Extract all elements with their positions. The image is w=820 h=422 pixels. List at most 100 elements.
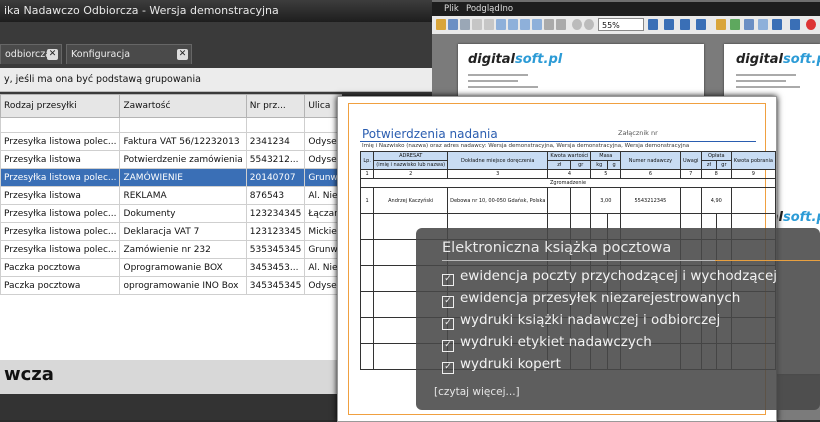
col-miejsce: Dokładne miejsce doręczenia <box>447 151 549 170</box>
save-icon[interactable] <box>448 19 458 30</box>
col-adresat: ADRESAT <box>373 151 449 161</box>
viewer-toolbar: 55% <box>432 16 820 35</box>
last-page-icon[interactable] <box>696 19 706 30</box>
feature-item: ✓ wydruki książki nadawczej i odbiorczej <box>442 312 720 330</box>
view-icon[interactable] <box>508 19 518 30</box>
group-by-hint: y, jeśli ma ona być podstawą grupowania <box>0 68 440 92</box>
company-logo: digitalsoft.pl <box>468 52 563 67</box>
next-page-icon[interactable] <box>680 19 690 30</box>
export-icon[interactable] <box>758 19 768 30</box>
col-lp: Lp. <box>359 151 375 170</box>
col-kwota: Kwota wartości <box>547 151 592 161</box>
table-row[interactable]: Paczka pocztowa Oprogramowanie BOX 3453453… <box>0 258 342 277</box>
table-cell: 345345345 <box>245 276 306 295</box>
zoom-in-icon[interactable] <box>572 19 582 30</box>
checkbox-icon: ✓ <box>442 318 454 330</box>
col-uwagi: Uwagi <box>679 151 702 170</box>
menu-podglad[interactable]: Podgląd <box>466 2 500 16</box>
col-oplata: Opłata <box>700 151 732 161</box>
table-cell: 20140707 <box>245 168 306 187</box>
page-icon[interactable] <box>472 19 482 30</box>
open-icon[interactable] <box>436 19 446 30</box>
close-icon[interactable] <box>806 19 816 30</box>
table-row[interactable]: Paczka pocztowa oprogramowanie INO Box 345… <box>0 276 342 295</box>
close-icon[interactable]: ✕ <box>177 49 188 60</box>
table-row: 1 Andrzej Kaczyński Debowa nr 10, 00-050 G… <box>359 187 777 214</box>
table-cell: Przesyłka listowa polec... <box>0 240 121 259</box>
email-icon[interactable] <box>772 19 782 30</box>
table-cell: Przesyłka listowa polec... <box>0 204 121 223</box>
zoom-select[interactable]: 55% <box>598 18 644 31</box>
status-area <box>0 394 342 420</box>
export-icon[interactable] <box>716 19 726 30</box>
table-cell: Paczka pocztowa <box>0 276 121 295</box>
shipments-grid: Rodzaj przesyłkiZawartośćNr prz...UlicaM… <box>0 94 342 360</box>
table-row[interactable]: Przesyłka listowaREKLAMA876543Al. Nie...… <box>0 186 342 205</box>
table-cell: 5543212... <box>245 150 306 169</box>
col-pobranie: Kwota pobrania <box>730 151 777 170</box>
tab-label: odbiorcza <box>5 49 52 60</box>
column-header[interactable]: Rodzaj przesyłki <box>0 94 121 118</box>
feature-item: ✓ ewidencja przesyłek niezarejestrowanych <box>442 290 740 308</box>
table-cell: 3453453... <box>245 258 306 277</box>
table-cell: Deklaracja VAT 7 <box>119 222 247 241</box>
table-row[interactable]: Przesyłka listowa polec... Zamówienie nr … <box>0 240 342 259</box>
table-row[interactable]: Przesyłka listowa polec... ZAMÓWIENIE 2014… <box>0 168 342 187</box>
table-row[interactable]: Przesyłka listowa Potwierdzenie zamówieni… <box>0 150 342 169</box>
column-header[interactable]: Nr prz... <box>245 94 306 118</box>
print-icon[interactable] <box>460 19 470 30</box>
filter-row[interactable] <box>0 117 342 133</box>
checkbox-icon: ✓ <box>442 296 454 308</box>
window-title: ika Nadawczo Odbiorcza - Wersja demonstr… <box>0 0 444 22</box>
viewer-menu-bar: Plik Podgląd Ino <box>432 2 820 16</box>
table-cell: Przesyłka listowa <box>0 186 121 205</box>
table-cell: Przesyłka listowa polec... <box>0 168 121 187</box>
view-icon[interactable] <box>496 19 506 30</box>
feature-item: ✓ ewidencja poczty przychodzącej i wychod… <box>442 268 777 286</box>
feature-overlay: Elektroniczna książka pocztowa ✓ ewidencj… <box>416 228 820 410</box>
checkbox-icon: ✓ <box>442 362 454 374</box>
section-row: Zgromadzenie <box>360 178 776 188</box>
company-logo: digitalsoft.pl <box>736 52 820 67</box>
number-row: 123 45 67 89 <box>359 169 777 179</box>
page-icon[interactable] <box>484 19 494 30</box>
tab-konfiguracja[interactable]: Konfiguracja programu ✕ <box>66 44 192 80</box>
table-cell: Paczka pocztowa <box>0 258 121 277</box>
view-icon[interactable] <box>532 19 542 30</box>
table-cell: 123234345 <box>245 204 306 223</box>
hand-icon[interactable] <box>556 19 566 30</box>
table-cell: ZAMÓWIENIE <box>119 168 247 187</box>
tab-odbiorcza[interactable]: odbiorcza ✕ <box>0 44 62 64</box>
view-icon[interactable] <box>520 19 530 30</box>
table-row[interactable]: Przesyłka listowa polec... Deklaracja VAT… <box>0 222 342 241</box>
first-page-icon[interactable] <box>648 19 658 30</box>
read-more-link[interactable]: [czytaj więcej...] <box>434 386 520 398</box>
table-cell: 535345345 <box>245 240 306 259</box>
export-icon[interactable] <box>730 19 740 30</box>
sender-description: Imię i Nazwisko (nazwa) oraz adres nadaw… <box>362 143 690 149</box>
table-row[interactable]: Przesyłka listowa polec... Faktura VAT 56… <box>0 132 342 151</box>
menu-plik[interactable]: Plik <box>444 2 459 16</box>
close-icon[interactable]: ✕ <box>47 49 58 60</box>
table-row[interactable]: Przesyłka listowa polec... Dokumenty 12323… <box>0 204 342 223</box>
shipments-table: Rodzaj przesyłkiZawartośćNr prz...UlicaM… <box>0 94 342 295</box>
settings-icon[interactable] <box>790 19 800 30</box>
hand-icon[interactable] <box>544 19 554 30</box>
table-cell: Przesyłka listowa polec... <box>0 222 121 241</box>
prev-page-icon[interactable] <box>664 19 674 30</box>
overlay-rule <box>442 260 820 261</box>
table-cell: Przesyłka listowa polec... <box>0 132 121 151</box>
column-header[interactable]: Zawartość <box>119 94 247 118</box>
table-cell: Oprogramowanie BOX <box>119 258 247 277</box>
pdf-page: digitalsoft.pl <box>458 44 704 104</box>
zoom-out-icon[interactable] <box>584 19 594 30</box>
col-numer: Numer nadawczy <box>620 151 681 170</box>
feature-item: ✓ wydruki kopert <box>442 356 561 374</box>
col-masa: Masa <box>590 151 622 161</box>
table-cell: oprogramowanie INO Box <box>119 276 247 295</box>
overlay-title: Elektroniczna książka pocztowa <box>442 240 672 256</box>
tab-bar: odbiorcza ✕ Konfiguracja programu ✕ <box>0 44 440 80</box>
checkbox-icon: ✓ <box>442 340 454 352</box>
menu-ino[interactable]: Ino <box>500 2 513 16</box>
export-icon[interactable] <box>744 19 754 30</box>
